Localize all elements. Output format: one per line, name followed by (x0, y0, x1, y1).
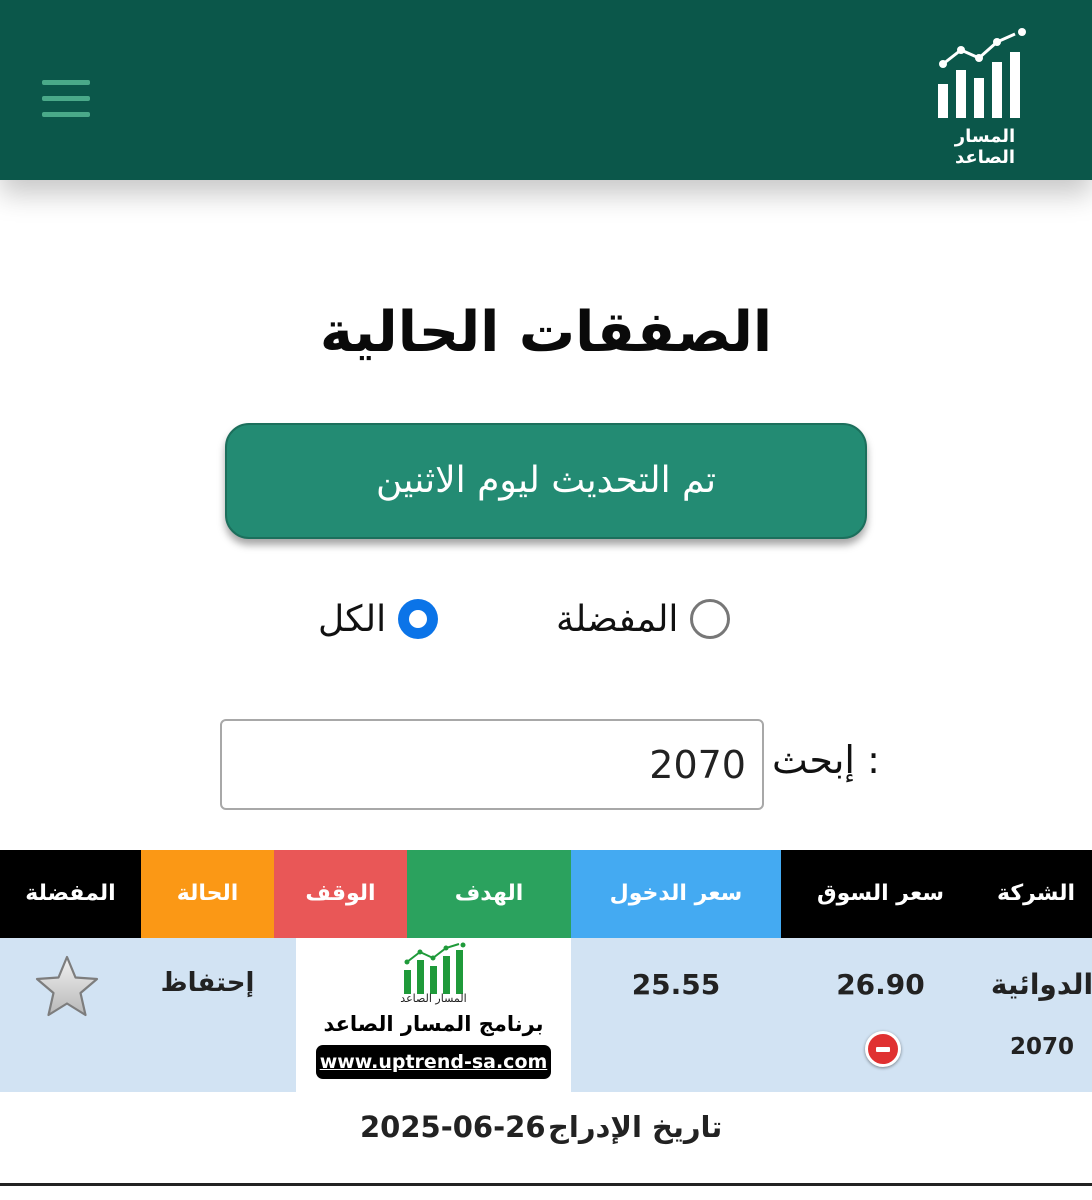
column-header-target[interactable]: الهدف (407, 850, 571, 938)
page-title: الصفقات الحالية (319, 300, 773, 365)
chart-logo-icon (938, 28, 1026, 118)
brand-logo[interactable]: المسار الصاعد (922, 28, 1048, 168)
column-header-company[interactable]: الشركة (980, 850, 1092, 938)
status-value: إحتفاظ (160, 968, 255, 998)
company-code: 2070 (1009, 1034, 1074, 1060)
search-input[interactable] (220, 719, 764, 810)
filter-favorites-label: المفضلة (556, 598, 679, 640)
remove-circle-icon[interactable] (865, 1031, 901, 1067)
logo-caption: المسار الصاعد (954, 126, 1016, 168)
watermark-chart-logo-icon (404, 942, 466, 994)
app-header: المسار الصاعد (0, 0, 1092, 180)
watermark-caption: المسار الصاعد (400, 992, 467, 1005)
update-status-button[interactable]: تم التحديث ليوم الاثنين (225, 423, 867, 539)
watermark-title: برنامج المسار الصاعد (323, 1012, 544, 1036)
table-header: الشركة سعر السوق سعر الدخول الهدف الوقف … (0, 850, 1092, 938)
column-header-entry-price[interactable]: سعر الدخول (571, 850, 781, 938)
column-header-stop[interactable]: الوقف (274, 850, 407, 938)
watermark-badge: المسار الصاعد برنامج المسار الصاعد www.u… (296, 938, 571, 1092)
column-header-market-price[interactable]: سعر السوق (781, 850, 980, 938)
watermark-url: www.uptrend-sa.com (316, 1045, 551, 1079)
filter-all-radio[interactable]: الكل (318, 594, 439, 644)
filter-all-label: الكل (318, 598, 387, 640)
filter-favorites-radio[interactable]: المفضلة (556, 594, 731, 644)
column-header-status[interactable]: الحالة (141, 850, 274, 938)
listing-date-value: 2025-06-26 (360, 1110, 546, 1144)
listing-date-row (0, 1094, 1092, 1186)
listing-date-label: تاريخ الإدراج (548, 1110, 723, 1144)
entry-price-value: 25.55 (631, 968, 721, 1001)
company-name: الدوائية (990, 968, 1092, 1001)
market-price-value: 26.90 (836, 968, 925, 1001)
radio-unchecked-icon[interactable] (690, 599, 731, 639)
radio-checked-icon[interactable] (398, 599, 439, 639)
hamburger-menu-icon[interactable] (42, 80, 90, 120)
favorite-star-icon[interactable] (33, 954, 101, 1020)
column-header-favorite[interactable]: المفضلة (0, 850, 141, 938)
search-label: إبحث : (772, 738, 880, 782)
